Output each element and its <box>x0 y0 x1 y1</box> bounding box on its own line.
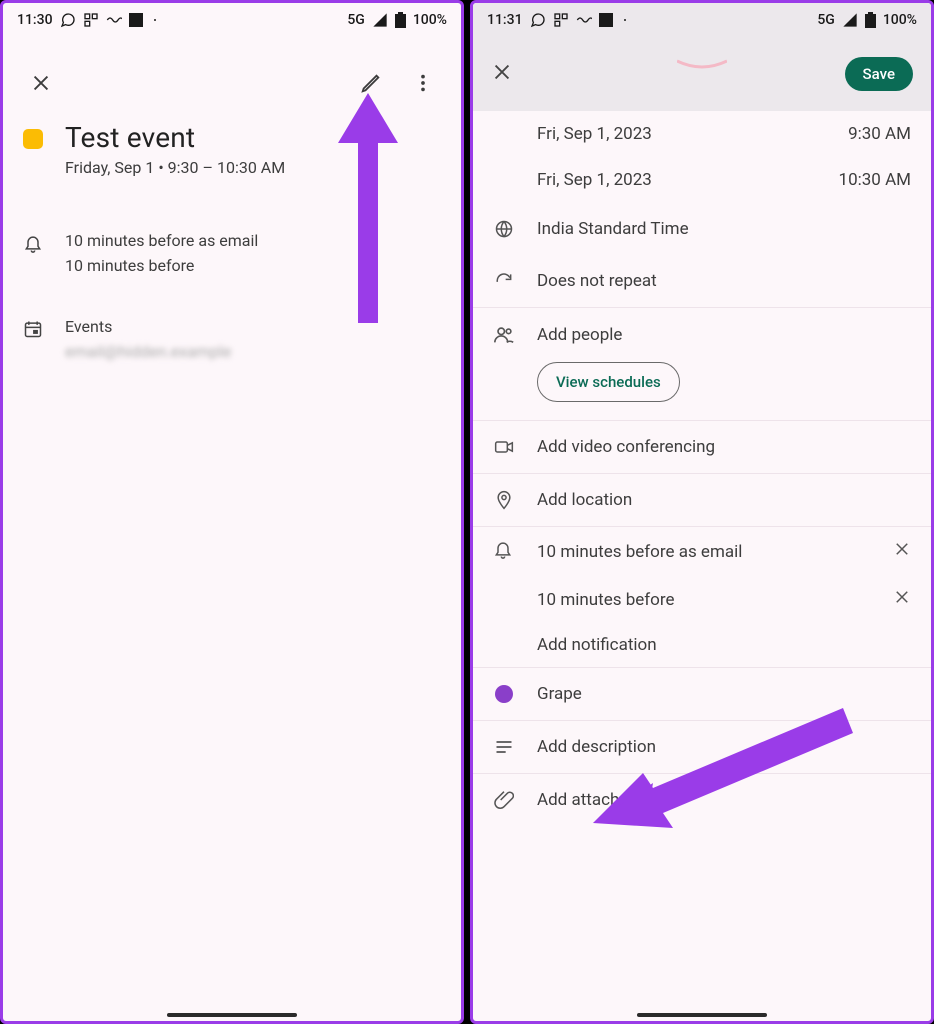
color-name: Grape <box>537 684 911 704</box>
status-time: 11:30 <box>17 12 53 28</box>
event-appbar <box>3 35 461 121</box>
close-icon <box>30 72 52 94</box>
notification-label: 10 minutes before <box>537 590 871 610</box>
color-swatch <box>495 685 513 703</box>
status-bar: 11:30 5G 100% <box>3 3 461 35</box>
wave-icon <box>576 12 592 28</box>
battery-icon <box>865 12 876 28</box>
calendar-icon <box>23 319 43 339</box>
apps-icon <box>553 12 569 28</box>
calendar-account-hidden: email@hidden.example <box>65 342 231 361</box>
end-time-row[interactable]: Fri, Sep 1, 2023 10:30 AM <box>473 157 931 203</box>
location-icon <box>494 490 514 510</box>
more-dot-icon <box>624 19 626 21</box>
attachment-label: Add attachment <box>537 790 911 810</box>
close-icon <box>893 588 911 606</box>
reminder-line: 10 minutes before <box>65 256 258 275</box>
end-time: 10:30 AM <box>839 170 911 190</box>
attachment-row[interactable]: Add attachment <box>473 774 931 826</box>
signal-icon <box>842 12 858 28</box>
event-view-screen: 11:30 5G 100% Test event <box>0 0 464 1024</box>
remove-notification-button[interactable] <box>893 588 911 611</box>
add-notification-label: Add notification <box>537 635 911 655</box>
calendar-name: Events <box>65 317 231 336</box>
view-schedules-button[interactable]: View schedules <box>537 362 680 402</box>
square-icon <box>599 13 613 27</box>
start-time-row[interactable]: Fri, Sep 1, 2023 9:30 AM <box>473 111 931 157</box>
add-notification-row[interactable]: Add notification <box>473 623 931 667</box>
location-row[interactable]: Add location <box>473 474 931 526</box>
calendar-section: Events email@hidden.example <box>3 303 461 371</box>
event-edit-screen: 11:31 5G 100% Save Fri, <box>470 0 934 1024</box>
pencil-icon <box>360 72 382 94</box>
save-button[interactable]: Save <box>845 57 913 91</box>
notification-label: 10 minutes before as email <box>537 542 871 562</box>
people-icon <box>493 324 515 346</box>
signal-icon <box>372 12 388 28</box>
network-label: 5G <box>347 12 365 28</box>
whatsapp-icon <box>530 12 546 28</box>
overflow-button[interactable] <box>401 61 445 105</box>
video-icon <box>494 437 514 457</box>
status-bar: 11:31 5G 100% <box>473 3 931 35</box>
drag-indicator-icon <box>677 59 727 73</box>
close-icon <box>491 61 513 83</box>
battery-percent: 100% <box>413 12 447 28</box>
event-title: Test event <box>65 121 285 154</box>
reminders-section: 10 minutes before as email 10 minutes be… <box>3 217 461 285</box>
notification-row[interactable]: 10 minutes before as email <box>473 527 931 576</box>
start-date: Fri, Sep 1, 2023 <box>537 124 826 144</box>
timezone-row[interactable]: India Standard Time <box>473 203 931 255</box>
notes-icon <box>494 737 514 757</box>
more-dot-icon <box>154 19 156 21</box>
start-time: 9:30 AM <box>848 124 911 144</box>
whatsapp-icon <box>60 12 76 28</box>
color-row[interactable]: Grape <box>473 668 931 720</box>
nav-handle[interactable] <box>637 1013 767 1017</box>
battery-icon <box>395 12 406 28</box>
remove-notification-button[interactable] <box>893 540 911 563</box>
location-label: Add location <box>537 490 911 510</box>
square-icon <box>129 13 143 27</box>
video-label: Add video conferencing <box>537 437 911 457</box>
bell-icon <box>493 539 513 559</box>
wave-icon <box>106 12 122 28</box>
nav-handle[interactable] <box>167 1013 297 1017</box>
timezone-label: India Standard Time <box>537 219 911 239</box>
edit-button[interactable] <box>349 61 393 105</box>
reminder-line: 10 minutes before as email <box>65 231 258 250</box>
network-label: 5G <box>817 12 835 28</box>
add-people-row[interactable]: Add people <box>473 308 931 362</box>
status-time: 11:31 <box>487 12 523 28</box>
bell-icon <box>23 233 43 253</box>
view-schedules-row: View schedules <box>473 362 931 420</box>
close-button[interactable] <box>19 61 63 105</box>
end-date: Fri, Sep 1, 2023 <box>537 170 817 190</box>
recurrence-label: Does not repeat <box>537 271 911 291</box>
edit-header: Save <box>473 35 931 111</box>
more-vert-icon <box>412 72 434 94</box>
apps-icon <box>83 12 99 28</box>
add-people-label: Add people <box>537 325 911 345</box>
event-header: Test event Friday, Sep 1 • 9:30 – 10:30 … <box>3 121 461 187</box>
description-label: Add description <box>537 737 911 757</box>
video-conferencing-row[interactable]: Add video conferencing <box>473 421 931 473</box>
repeat-icon <box>494 271 514 291</box>
attachment-icon <box>494 790 514 810</box>
globe-icon <box>494 219 514 239</box>
notification-row[interactable]: 10 minutes before <box>473 576 931 623</box>
close-icon <box>893 540 911 558</box>
description-row[interactable]: Add description <box>473 721 931 773</box>
battery-percent: 100% <box>883 12 917 28</box>
event-datetime: Friday, Sep 1 • 9:30 – 10:30 AM <box>65 158 285 177</box>
event-color-chip <box>23 129 43 149</box>
close-button[interactable] <box>491 61 513 87</box>
recurrence-row[interactable]: Does not repeat <box>473 255 931 307</box>
